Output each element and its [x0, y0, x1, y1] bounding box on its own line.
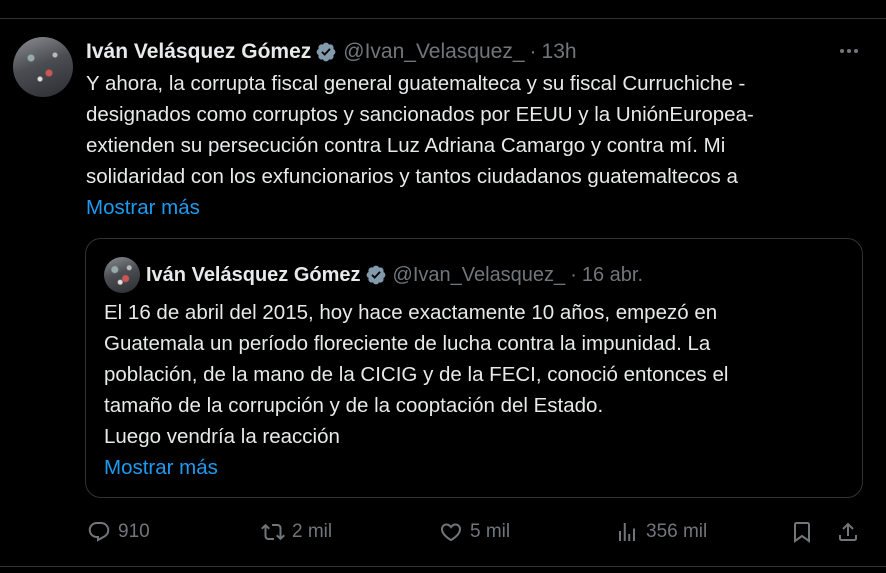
post-text-line: solidaridad con los exfuncionarios y tan…	[86, 165, 738, 188]
quoted-text-line: El 16 de abril del 2015, hoy hace exacta…	[104, 301, 718, 324]
quoted-text-line: Luego vendría la reacción	[104, 425, 340, 448]
author-name[interactable]: Iván Velásquez Gómez	[86, 40, 311, 64]
post-time[interactable]: 13h	[542, 40, 577, 64]
post-header: Iván Velásquez Gómez @Ivan_Velasquez_ · …	[86, 38, 577, 66]
share-icon	[836, 520, 860, 544]
quoted-post-header: Iván Velásquez Gómez @Ivan_Velasquez_ · …	[146, 261, 643, 289]
post-text: Y ahora, la corrupta fiscal general guat…	[86, 68, 866, 223]
bottom-divider	[0, 566, 886, 567]
bookmark-icon	[790, 520, 814, 544]
quoted-show-more-link[interactable]: Mostrar más	[104, 456, 218, 479]
like-button[interactable]: 5 mil	[439, 516, 510, 548]
avatar[interactable]	[13, 37, 73, 97]
separator-dot: ·	[529, 40, 537, 63]
top-divider	[0, 18, 886, 19]
verified-badge-icon	[365, 264, 387, 286]
action-bar: 910 2 mil 5 mil 356 mil	[0, 516, 886, 548]
quoted-text-line: población, de la mano de la CICIG y de l…	[104, 363, 729, 386]
author-handle[interactable]: @Ivan_Velasquez_	[343, 40, 524, 64]
reply-button[interactable]: 910	[87, 516, 150, 548]
show-more-link[interactable]: Mostrar más	[86, 196, 200, 219]
quoted-author-handle: @Ivan_Velasquez_	[392, 263, 566, 286]
views-button[interactable]: 356 mil	[615, 516, 707, 548]
views-icon	[615, 520, 639, 544]
more-icon[interactable]	[836, 38, 862, 64]
like-icon	[439, 520, 463, 544]
quoted-text-line: tamaño de la corrupción y de la cooptaci…	[104, 394, 604, 417]
repost-button[interactable]: 2 mil	[261, 516, 332, 548]
verified-badge-icon[interactable]	[315, 41, 337, 63]
quoted-avatar[interactable]	[104, 257, 140, 293]
bookmark-button[interactable]	[790, 516, 814, 548]
quoted-text-line: Guatemala un período floreciente de luch…	[104, 332, 711, 355]
separator-dot: ·	[570, 263, 577, 286]
reply-count: 910	[118, 521, 150, 542]
share-button[interactable]	[836, 516, 860, 548]
views-count: 356 mil	[646, 521, 708, 542]
post-text-line: Y ahora, la corrupta fiscal general guat…	[86, 72, 746, 95]
reply-icon	[87, 520, 111, 544]
like-count: 5 mil	[470, 521, 511, 542]
quoted-post-text: El 16 de abril del 2015, hoy hace exacta…	[104, 297, 844, 483]
post-text-line: extienden su persecución contra Luz Adri…	[86, 134, 726, 157]
repost-icon	[261, 520, 285, 544]
quoted-post-time: 16 abr.	[581, 263, 644, 286]
quoted-author-name: Iván Velásquez Gómez	[146, 263, 361, 286]
post-text-line: designados como corruptos y sancionados …	[86, 103, 754, 126]
repost-count: 2 mil	[292, 521, 333, 542]
